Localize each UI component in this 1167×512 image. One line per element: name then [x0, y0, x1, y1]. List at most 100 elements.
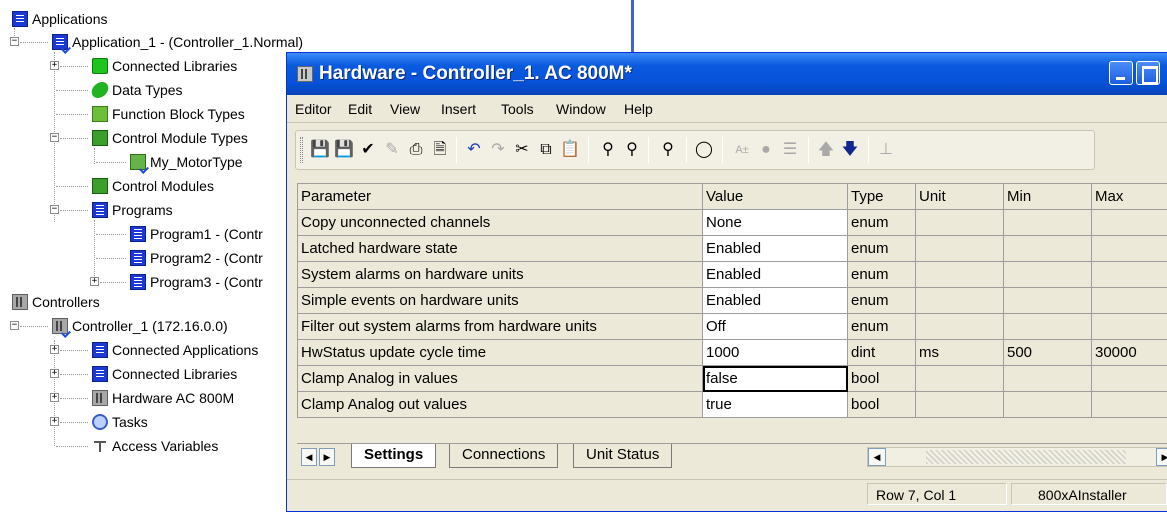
tree-line: [60, 210, 88, 211]
value-cell[interactable]: None: [703, 210, 848, 236]
print-icon[interactable]: ⎙: [406, 140, 426, 160]
max-cell: [1092, 314, 1167, 340]
horizontal-scrollbar[interactable]: ◀ ▶: [867, 447, 1167, 467]
menu-edit[interactable]: Edit: [348, 95, 372, 123]
tree-line: [100, 282, 126, 283]
value-cell[interactable]: Enabled: [703, 236, 848, 262]
dot-icon[interactable]: ●: [756, 140, 776, 160]
value-cell[interactable]: Enabled: [703, 288, 848, 314]
type-cell: dint: [848, 340, 916, 366]
tree-item-label: Program3 - (Contr: [150, 271, 263, 293]
header-max[interactable]: Max: [1092, 184, 1167, 210]
undo-icon[interactable]: ↶: [464, 140, 484, 160]
tree-line: [60, 422, 88, 423]
title-bar[interactable]: Hardware - Controller_1. AC 800M*: [287, 53, 1167, 95]
pen-icon[interactable]: ✎: [382, 140, 402, 160]
cut-icon[interactable]: ✂: [512, 140, 532, 160]
scroll-left-icon[interactable]: ◀: [868, 448, 886, 466]
value-cell[interactable]: Enabled: [703, 262, 848, 288]
tree-item-label: Control Module Types: [112, 127, 248, 149]
toolbar-separator: [456, 137, 457, 163]
header-parameter[interactable]: Parameter: [298, 184, 703, 210]
value-cell[interactable]: 1000: [703, 340, 848, 366]
find-icon[interactable]: ⚲: [598, 140, 618, 160]
save-icon[interactable]: 💾: [310, 140, 330, 160]
min-cell: [1004, 314, 1092, 340]
collapse-icon[interactable]: −: [50, 133, 59, 142]
table-row: Copy unconnected channels None enum: [298, 210, 1167, 236]
tab-connections[interactable]: Connections: [449, 444, 558, 468]
collapse-icon[interactable]: −: [10, 321, 19, 330]
toolbar-grip[interactable]: [300, 137, 303, 163]
library-icon: [92, 58, 108, 74]
max-cell: [1092, 288, 1167, 314]
tab-scroll-right-icon[interactable]: ▶: [319, 448, 335, 466]
table-row: System alarms on hardware units Enabled …: [298, 262, 1167, 288]
expand-icon[interactable]: +: [50, 61, 59, 70]
programs-icon: [92, 202, 108, 218]
table-row: HwStatus update cycle time 1000 dint ms …: [298, 340, 1167, 366]
expand-icon[interactable]: +: [50, 369, 59, 378]
check-icon[interactable]: ✔: [358, 140, 378, 160]
menu-insert[interactable]: Insert: [441, 95, 476, 123]
min-cell: 500: [1004, 340, 1092, 366]
tree-icon[interactable]: ☰: [780, 140, 800, 160]
tab-unit-status[interactable]: Unit Status: [573, 444, 672, 468]
tree-item-label: Hardware AC 800M: [112, 387, 234, 409]
paste-icon[interactable]: 📋: [560, 140, 580, 160]
down-arrow-icon[interactable]: 🡇: [840, 140, 860, 160]
menu-window[interactable]: Window: [556, 95, 606, 123]
find-replace-icon[interactable]: ⚲: [622, 140, 642, 160]
parameter-cell: Latched hardware state: [298, 236, 703, 262]
tab-settings[interactable]: Settings: [351, 444, 436, 468]
value-cell-selected[interactable]: false: [703, 366, 848, 392]
expand-icon[interactable]: +: [50, 417, 59, 426]
maximize-button[interactable]: [1136, 61, 1160, 85]
splitter-bar[interactable]: [631, 0, 634, 52]
toolbar-separator: [686, 137, 687, 163]
unit-cell: ms: [916, 340, 1004, 366]
menu-editor[interactable]: Editor: [295, 95, 332, 123]
data-types-icon: [90, 82, 110, 98]
expand-icon[interactable]: +: [50, 393, 59, 402]
minimize-button[interactable]: [1109, 61, 1133, 85]
redo-icon[interactable]: ↷: [488, 140, 508, 160]
up-arrow-icon[interactable]: 🡅: [816, 140, 836, 160]
menu-tools[interactable]: Tools: [501, 95, 534, 123]
connect-icon[interactable]: ⊥: [876, 140, 896, 160]
toolbar-separator: [588, 137, 589, 163]
min-cell: [1004, 288, 1092, 314]
header-value[interactable]: Value: [703, 184, 848, 210]
applications-icon: [12, 11, 28, 27]
comment-icon[interactable]: ◯: [694, 140, 714, 160]
copy-icon[interactable]: ⧉: [536, 140, 556, 160]
scroll-track[interactable]: [926, 450, 1126, 464]
motor-type-icon: [130, 154, 146, 170]
grid-header-row: Parameter Value Type Unit Min Max: [298, 184, 1167, 210]
value-cell[interactable]: true: [703, 392, 848, 418]
project-tree: Applications − Application_1 - (Controll…: [0, 0, 300, 507]
header-type[interactable]: Type: [848, 184, 916, 210]
text-icon[interactable]: A±: [732, 140, 752, 160]
collapse-icon[interactable]: −: [50, 205, 59, 214]
value-cell[interactable]: Off: [703, 314, 848, 340]
save-all-icon[interactable]: 💾: [334, 140, 354, 160]
tab-scroll-left-icon[interactable]: ◀: [301, 448, 317, 466]
toolbar-separator: [648, 137, 649, 163]
check-icon: [139, 164, 149, 174]
tree-line: [60, 66, 88, 67]
status-position: Row 7, Col 1: [867, 483, 1007, 505]
min-cell: [1004, 262, 1092, 288]
header-min[interactable]: Min: [1004, 184, 1092, 210]
collapse-icon[interactable]: −: [10, 37, 19, 46]
header-unit[interactable]: Unit: [916, 184, 1004, 210]
find-next-icon[interactable]: ⚲: [658, 140, 678, 160]
menu-help[interactable]: Help: [624, 95, 653, 123]
connected-applications-icon: [92, 342, 108, 358]
tree-item-label: Tasks: [112, 411, 148, 433]
scroll-right-icon[interactable]: ▶: [1156, 448, 1167, 466]
print-preview-icon[interactable]: 🗎: [430, 140, 450, 160]
expand-icon[interactable]: +: [50, 345, 59, 354]
menu-view[interactable]: View: [390, 95, 420, 123]
expand-icon[interactable]: +: [90, 277, 99, 286]
